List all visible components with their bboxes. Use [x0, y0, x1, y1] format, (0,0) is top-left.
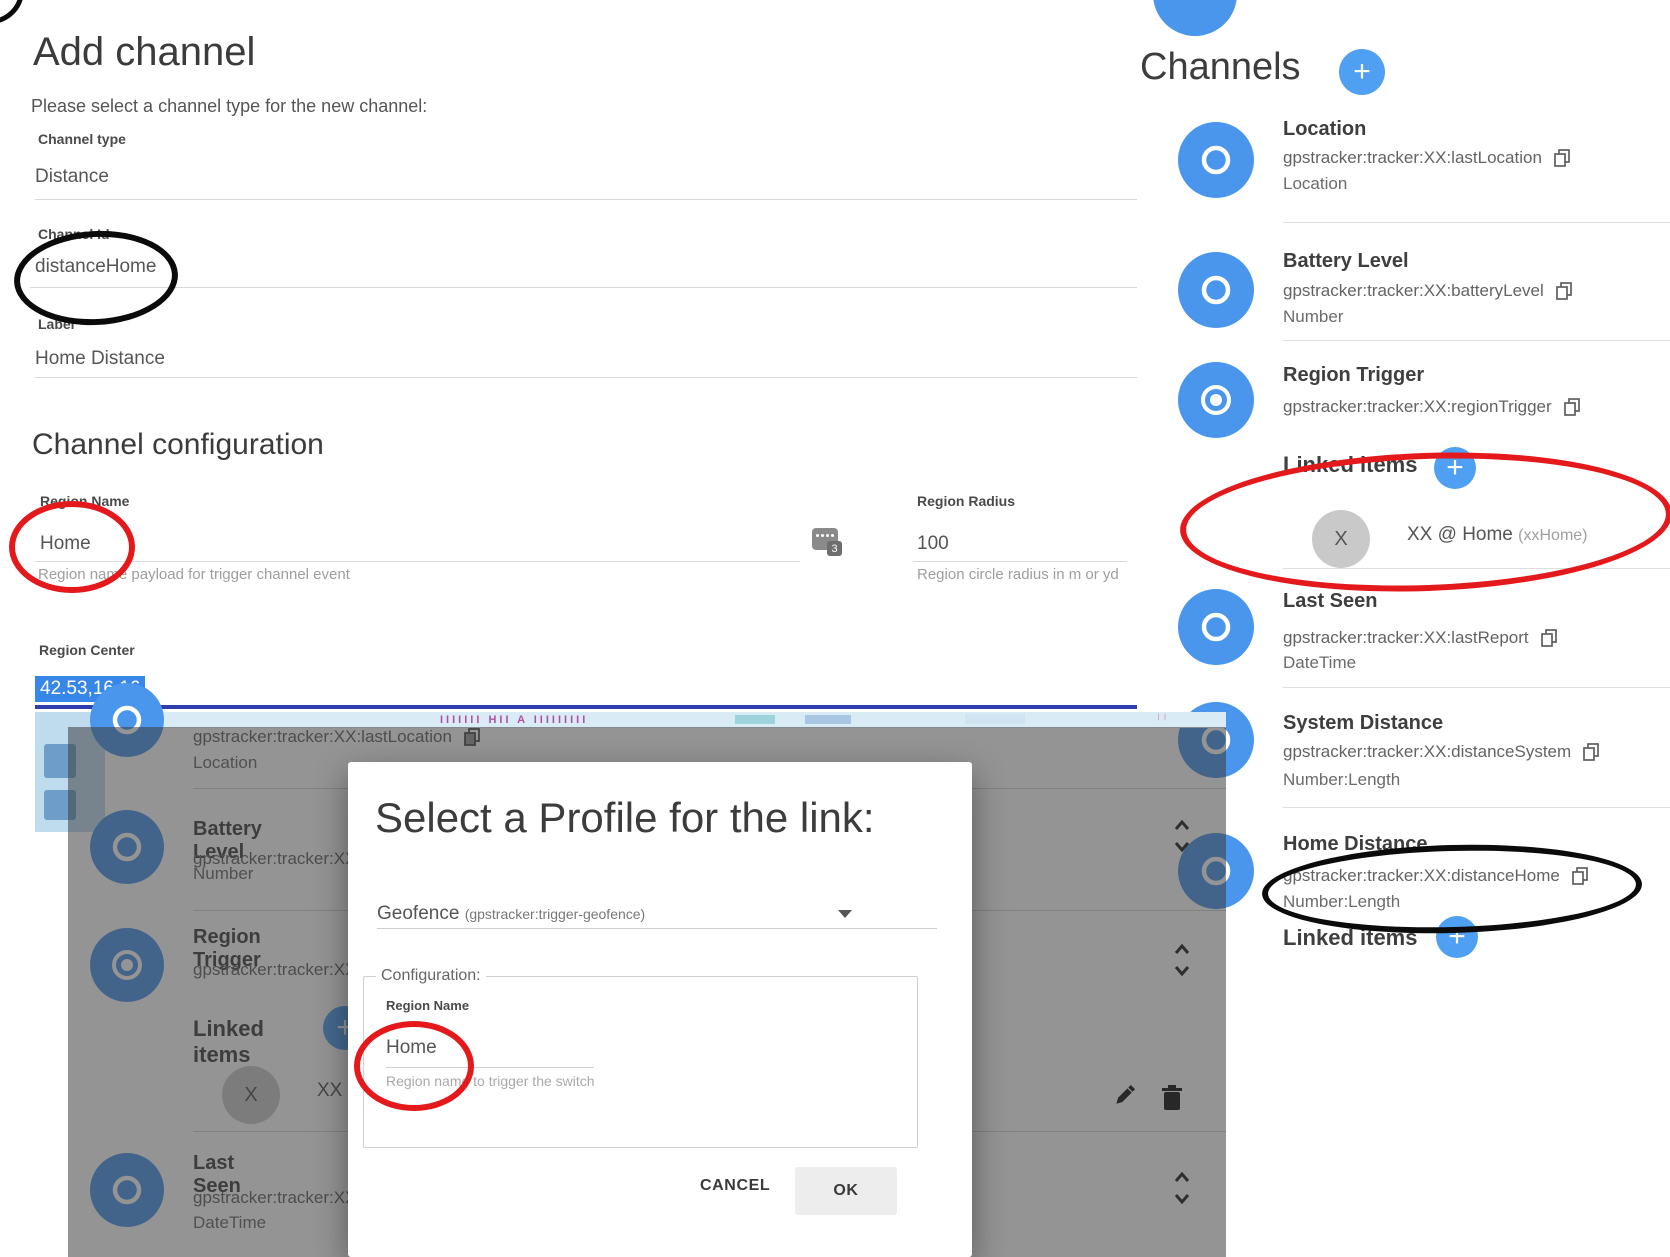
channel-title: Region Trigger [1283, 364, 1424, 387]
dialog-title: Select a Profile for the link: [375, 794, 875, 842]
state-channel-icon [1199, 143, 1233, 177]
channel-title: System Distance [1283, 712, 1443, 735]
channel-item-type: Number [1283, 307, 1343, 327]
channel-id-row: gpstracker:tracker:XX:distanceSystem [1283, 742, 1600, 762]
autofill-icon[interactable]: 3 [812, 528, 838, 550]
channel-uid: gpstracker:tracker:XX:lastReport [1283, 628, 1529, 648]
channel-id-row: gpstracker:tracker:XX:lastLocation [1283, 148, 1571, 168]
region-name-underline [35, 561, 800, 562]
copy-icon[interactable] [1556, 282, 1573, 301]
label-underline [35, 377, 1137, 378]
trigger-channel-icon [1198, 382, 1234, 418]
map-strip: IIIIIII HII A IIIIIIIII ╵╵ [35, 712, 1226, 728]
profile-select-detail: (gpstracker:trigger-geofence) [465, 906, 646, 922]
region-radius-input[interactable]: 100 [917, 533, 949, 555]
channel-item-type: DateTime [1283, 653, 1356, 673]
dropdown-caret-icon [838, 910, 852, 918]
annotation-ellipse-linked-item [1178, 444, 1670, 599]
modal-region-name-label: Region Name [386, 998, 469, 1013]
channel-item-type: Number:Length [1283, 770, 1400, 790]
channel-avatar-location [1178, 122, 1254, 198]
configuration-legend: Configuration: [376, 967, 486, 985]
profile-select[interactable]: Geofence (gpstracker:trigger-geofence) [377, 903, 645, 925]
copy-icon[interactable] [1541, 629, 1558, 648]
region-radius-underline [913, 561, 1127, 562]
section-title: Channel configuration [32, 428, 324, 462]
channel-avatar-region-trigger [1178, 362, 1254, 438]
annotation-corner-arc [0, 0, 24, 24]
channel-id-row: gpstracker:tracker:XX:regionTrigger [1283, 397, 1581, 417]
channel-type-label: Channel type [38, 131, 126, 147]
channel-uid: gpstracker:tracker:XX:distanceSystem [1283, 742, 1571, 762]
annotation-ellipse-region-name [9, 501, 135, 593]
channel-item-type: Location [1283, 174, 1347, 194]
channel-title: Location [1283, 118, 1366, 141]
channel-avatar-battery [1178, 252, 1254, 328]
region-center-focus-underline [35, 705, 1137, 709]
channel-avatar-last-seen [1178, 589, 1254, 665]
screen: Add channel Please select a channel type… [0, 0, 1670, 1257]
channel-uid: gpstracker:tracker:XX:regionTrigger [1283, 397, 1552, 417]
region-radius-hint: Region circle radius in m or yd [917, 566, 1119, 583]
copy-icon[interactable] [1554, 149, 1571, 168]
autofill-badge: 3 [827, 541, 842, 556]
channel-type-select[interactable]: Distance [35, 166, 109, 188]
region-center-label: Region Center [39, 642, 135, 658]
annotation-ellipse-modal-region-name [354, 1021, 474, 1111]
channel-type-underline [35, 199, 1137, 200]
state-channel-icon [1199, 610, 1233, 644]
add-channel-button[interactable]: + [1339, 49, 1385, 95]
profile-dialog: Select a Profile for the link: Geofence … [348, 762, 972, 1257]
channel-title: Last Seen [1283, 590, 1377, 613]
channel-id-underline [30, 287, 1137, 288]
page-subtitle: Please select a channel type for the new… [31, 96, 427, 117]
channel-id-row: gpstracker:tracker:XX:lastReport [1283, 628, 1558, 648]
copy-icon[interactable] [1583, 743, 1600, 762]
ok-button[interactable]: OK [795, 1167, 897, 1215]
channel-uid: gpstracker:tracker:XX:lastLocation [1283, 148, 1542, 168]
copy-icon[interactable] [1564, 398, 1581, 417]
channel-title: Battery Level [1283, 250, 1409, 273]
channel-id-row: gpstracker:tracker:XX:batteryLevel [1283, 281, 1573, 301]
region-radius-label: Region Radius [917, 493, 1015, 509]
page-title: Add channel [33, 30, 255, 75]
annotation-ellipse-channel-id [12, 227, 181, 329]
scrolled-avatar [1153, 0, 1237, 36]
cancel-button[interactable]: CANCEL [694, 1176, 776, 1196]
channels-heading: Channels [1140, 46, 1301, 89]
autofill-dots [816, 534, 834, 537]
label-input[interactable]: Home Distance [35, 348, 165, 370]
channel-uid: gpstracker:tracker:XX:batteryLevel [1283, 281, 1544, 301]
state-channel-icon [1199, 273, 1233, 307]
